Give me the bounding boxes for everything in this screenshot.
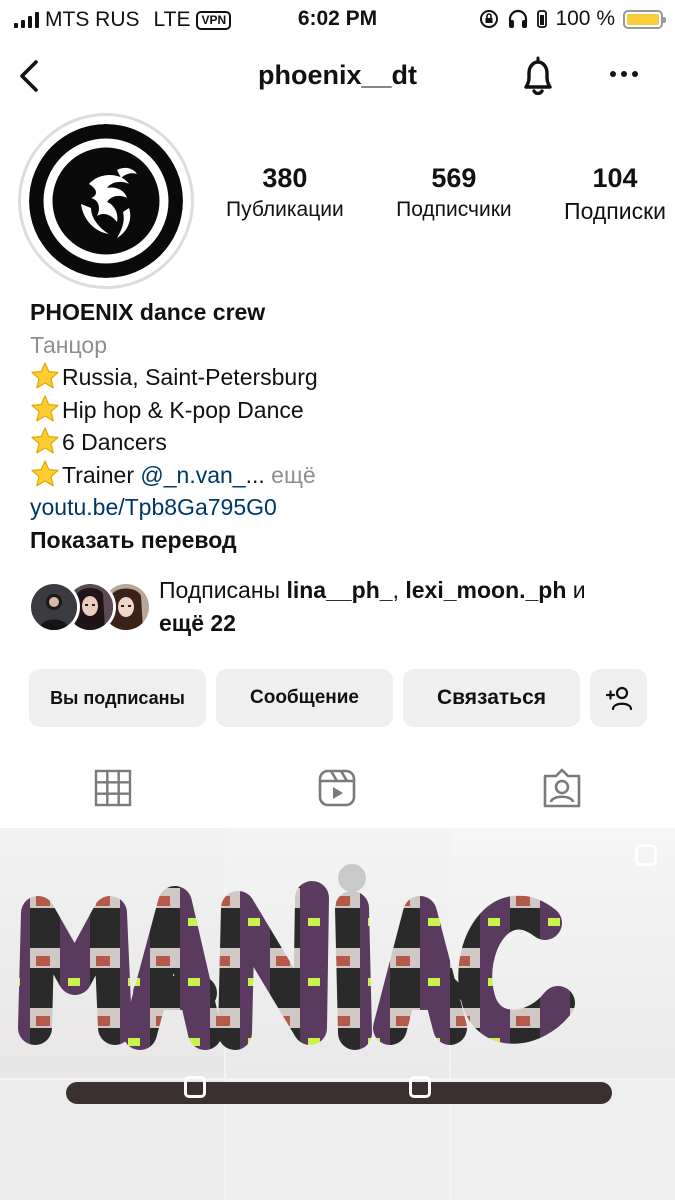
message-button[interactable]: Сообщение — [216, 669, 393, 727]
profile-username: phoenix__dt — [257, 60, 418, 90]
followed-by-separator: , — [392, 577, 406, 603]
banner-underline — [66, 1082, 612, 1104]
bio-ellipsis: ... — [245, 461, 265, 488]
stat-posts-count: 380 — [262, 163, 308, 193]
followed-by-prefix: Подписаны — [159, 577, 287, 603]
stat-following-label: Подписки — [564, 198, 666, 224]
avatar — [28, 581, 80, 633]
bio-line-style: Hip hop & K-pop Dance — [30, 394, 650, 427]
contact-button[interactable]: Связаться — [403, 669, 580, 727]
posts-grid — [0, 828, 675, 1200]
stat-following-count: 104 — [592, 163, 638, 193]
followed-by-user-1[interactable]: lina__ph_ — [286, 577, 392, 603]
followed-by-user-2[interactable]: lexi_moon._ph — [405, 577, 566, 603]
profile-tabs — [0, 766, 675, 812]
bio-external-link[interactable]: youtu.be/Tpb8Ga795G0 — [30, 491, 650, 524]
trainer-prefix: Trainer — [62, 461, 141, 488]
followed-by-text: Подписаны lina__ph_, lexi_moon._ph и ещё… — [159, 574, 659, 640]
followed-by[interactable]: Подписаны lina__ph_, lexi_moon._ph и ещё… — [28, 574, 658, 640]
bio-line-trainer: Trainer @_n.van_... ещё — [30, 459, 650, 492]
stat-following[interactable]: 104 Подписки — [564, 163, 666, 225]
status-right: 100 % — [479, 7, 666, 31]
profile-display-name: PHOENIX dance crew — [30, 299, 266, 325]
followed-by-conjunction: и — [566, 577, 586, 603]
bio-line-text: 6 Dancers — [62, 429, 167, 455]
profile-stats: 380 Публикации 569 Подписчики 104 Подпис… — [226, 163, 666, 225]
maniac-banner — [18, 864, 612, 1104]
multi-post-icon — [184, 1076, 206, 1098]
reels-icon — [318, 769, 356, 807]
stat-posts-label: Публикации — [226, 198, 344, 221]
trainer-mention-link[interactable]: @_n.van_ — [140, 462, 245, 488]
bio-line-location: Russia, Saint-Petersburg — [30, 361, 650, 394]
tab-tagged[interactable] — [540, 766, 584, 810]
phoenix-logo — [29, 124, 183, 278]
stat-posts[interactable]: 380 Публикации — [226, 163, 344, 225]
star-icon — [31, 459, 59, 486]
star-icon — [31, 394, 59, 421]
followed-by-avatars — [28, 581, 152, 633]
tab-grid[interactable] — [91, 766, 135, 810]
profile-avatar[interactable] — [18, 113, 194, 289]
headphones-icon — [509, 9, 528, 28]
add-person-button[interactable] — [590, 669, 647, 727]
more-icon[interactable] — [604, 62, 644, 86]
profile-header: phoenix__dt — [0, 48, 675, 104]
profile-category: Танцор — [30, 331, 108, 358]
battery-percent: 100 % — [555, 7, 615, 30]
profile-bio: PHOENIX dance crew Танцор Russia, Saint-… — [30, 296, 650, 556]
following-button[interactable]: Вы подписаны — [29, 669, 206, 727]
post-dot — [338, 864, 366, 892]
profile-actions: Вы подписаны Сообщение Связаться — [29, 669, 647, 727]
tagged-icon — [543, 768, 581, 808]
status-bar: MTS RUS LTE VPN 6:02 PM 100 % — [0, 0, 675, 38]
orientation-lock-icon — [480, 10, 499, 28]
star-icon — [31, 427, 59, 454]
tab-reels[interactable] — [315, 766, 359, 810]
bell-icon[interactable] — [516, 54, 560, 98]
grid-icon — [94, 769, 132, 807]
star-icon — [31, 362, 59, 389]
multi-post-icon — [409, 1076, 431, 1098]
show-translation-link[interactable]: Показать перевод — [30, 524, 650, 557]
stat-followers-label: Подписчики — [396, 198, 512, 221]
bio-line-dancers: 6 Dancers — [30, 426, 650, 459]
battery-icon — [623, 9, 666, 29]
stat-followers[interactable]: 569 Подписчики — [396, 163, 512, 225]
bio-line-text: Russia, Saint-Petersburg — [62, 364, 318, 390]
followed-by-rest[interactable]: ещё 22 — [159, 610, 236, 636]
add-person-icon — [605, 686, 632, 711]
earbud-battery-icon — [537, 10, 548, 28]
bio-more-link[interactable]: ещё — [265, 462, 316, 488]
bio-line-text: Hip hop & K-pop Dance — [62, 396, 304, 423]
multi-post-icon — [635, 844, 657, 866]
battery-fill — [627, 13, 659, 25]
stat-followers-count: 569 — [431, 163, 477, 193]
